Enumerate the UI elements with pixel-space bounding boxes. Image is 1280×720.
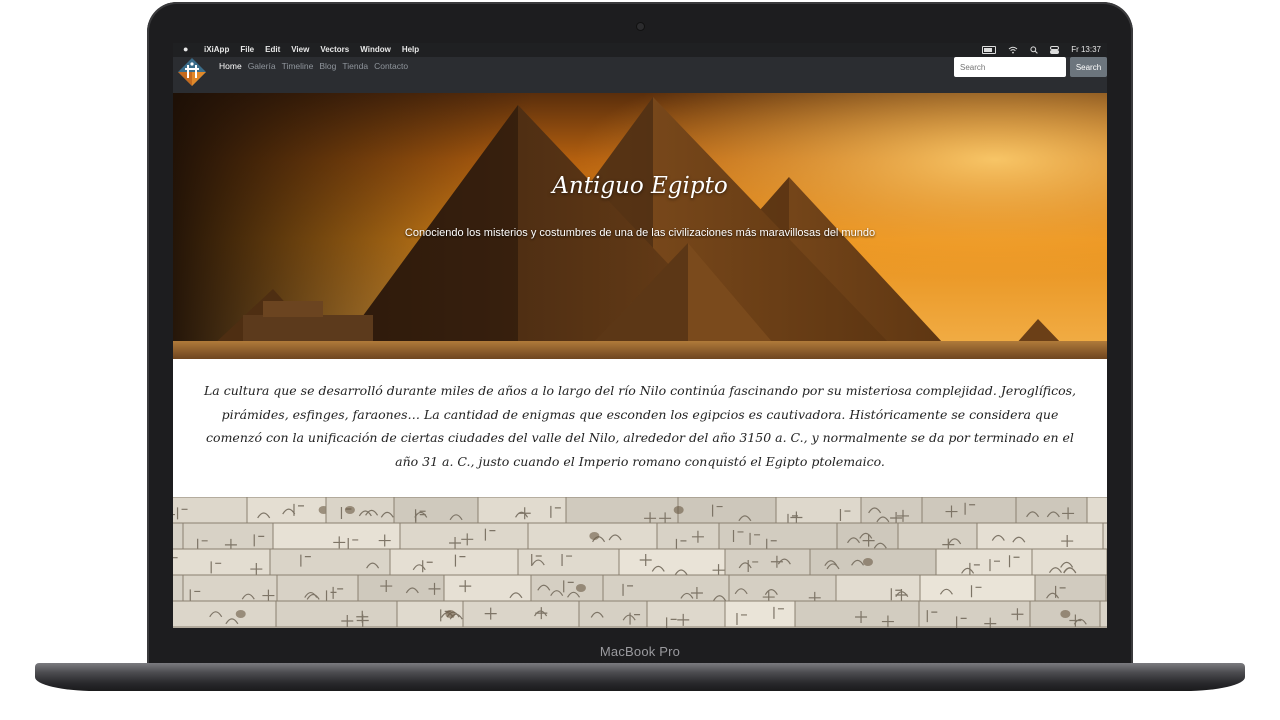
menu-clock[interactable]: Fr 13:37 xyxy=(1071,45,1101,54)
site-logo-icon[interactable] xyxy=(177,57,207,87)
camera-icon xyxy=(637,23,644,30)
search-input[interactable] xyxy=(954,57,1066,77)
spotlight-search-icon[interactable] xyxy=(1030,45,1038,54)
wifi-icon[interactable] xyxy=(1008,46,1018,54)
hero-subtitle: Conociendo los misterios y costumbres de… xyxy=(404,227,876,239)
mac-menu-bar: ● iXiApp File Edit View Vectors Window H… xyxy=(173,43,1107,57)
menu-edit[interactable]: Edit xyxy=(265,45,280,54)
nav-tienda[interactable]: Tienda xyxy=(342,61,368,71)
apple-icon[interactable]: ● xyxy=(183,44,188,54)
menu-app-name[interactable]: iXiApp xyxy=(204,45,229,54)
device-label: MacBook Pro xyxy=(599,644,681,659)
menu-file[interactable]: File xyxy=(240,45,254,54)
nav-contacto[interactable]: Contacto xyxy=(374,61,408,71)
nav-blog[interactable]: Blog xyxy=(319,61,336,71)
menu-view[interactable]: View xyxy=(291,45,309,54)
menu-vectors[interactable]: Vectors xyxy=(320,45,349,54)
pyramids-image xyxy=(173,93,1107,359)
menu-window[interactable]: Window xyxy=(360,45,391,54)
laptop-base xyxy=(35,663,1245,691)
status-area: Fr 13:37 xyxy=(982,45,1101,54)
nav-timeline[interactable]: Timeline xyxy=(282,61,314,71)
nav-links: Home Galería Timeline Blog Tienda Contac… xyxy=(219,61,408,71)
search-button[interactable]: Search xyxy=(1070,57,1107,77)
hieroglyph-wall-image xyxy=(173,497,1107,628)
screen: ● iXiApp File Edit View Vectors Window H… xyxy=(173,43,1107,628)
hero-title: Antiguo Egipto xyxy=(552,173,728,199)
menu-list: iXiApp File Edit View Vectors Window Hel… xyxy=(204,45,419,54)
nav-galeria[interactable]: Galería xyxy=(248,61,276,71)
hero-banner: Antiguo Egipto Conociendo los misterios … xyxy=(173,93,1107,359)
battery-icon[interactable] xyxy=(982,45,997,54)
menu-help[interactable]: Help xyxy=(402,45,419,54)
control-center-icon[interactable] xyxy=(1050,45,1060,54)
nav-home[interactable]: Home xyxy=(219,61,242,71)
site-navbar: Home Galería Timeline Blog Tienda Contac… xyxy=(173,57,1107,93)
intro-section: La cultura que se desarrolló durante mil… xyxy=(173,359,1107,497)
intro-text: La cultura que se desarrolló durante mil… xyxy=(204,383,1076,469)
